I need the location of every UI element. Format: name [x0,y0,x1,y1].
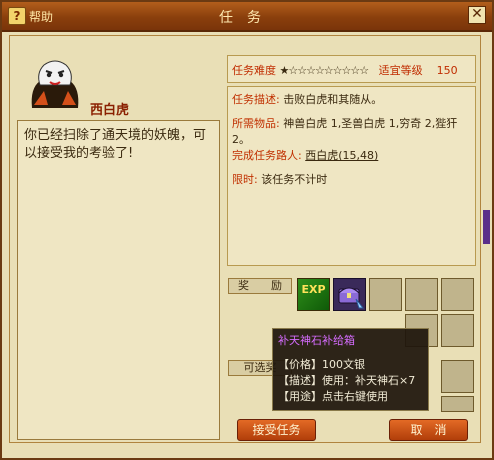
title-bar: ? 帮助 任务 ✕ [2,2,492,32]
finish-npc-label: 完成任务路人: [232,149,302,162]
optional-reward-slot[interactable] [441,360,474,393]
close-icon[interactable]: ✕ [468,6,486,24]
side-decoration [483,210,490,244]
npc-dialog: 你已经扫除了通天境的妖魄，可以接受我的考验了! [17,120,220,440]
exp-icon-text: EXP [301,283,326,296]
difficulty-label: 任务难度 [232,64,276,77]
finish-npc-link[interactable]: 西白虎(15,48) [305,149,378,162]
required-items-label: 所需物品: [232,117,280,130]
level-label: 适宜等级 [378,64,423,77]
tooltip-desc-value: 使用：补天神石×7 [322,374,416,387]
optional-reward-slot[interactable] [441,396,474,412]
time-limit-value: 该任务不计时 [261,173,328,186]
quest-info-panel: 任务描述: 击败白虎和其随从。 所需物品: 神兽白虎 1,圣兽白虎 1,穷奇 2… [227,86,476,266]
supply-chest-icon[interactable] [333,278,366,311]
exp-reward-icon[interactable]: EXP [297,278,330,311]
reward-slot[interactable] [441,278,474,311]
npc-name: 西白虎 [90,103,130,118]
accept-quest-button[interactable]: 接受任务 [237,419,316,441]
difficulty-stars: ★☆☆☆☆☆☆☆☆☆ [279,64,370,77]
item-tooltip: 补天神石补给箱 【价格】100文银 【描述】使用：补天神石×7 【用途】点击右键… [272,328,429,411]
tooltip-use-value: 点击右键使用 [322,390,388,403]
level-value: 150 [436,64,458,77]
window-title: 任务 [219,10,275,26]
reward-slot[interactable] [441,314,474,347]
reward-label: 奖 励 [228,278,292,294]
difficulty-bar: 任务难度 ★☆☆☆☆☆☆☆☆☆ 适宜等级 150 [227,55,476,83]
tooltip-use-label: 【用途】 [278,390,322,403]
reward-slot[interactable] [369,278,402,311]
tooltip-desc-label: 【描述】 [278,374,322,387]
tooltip-title: 补天神石补给箱 [278,334,355,347]
time-limit-label: 限时: [232,173,258,186]
quest-desc-label: 任务描述: [232,93,280,106]
quest-desc-value: 击败白虎和其随从。 [283,93,383,106]
tooltip-price-value: 100文银 [322,358,365,371]
cancel-button[interactable]: 取 消 [389,419,468,441]
reward-slot[interactable] [405,278,438,311]
tooltip-price-label: 【价格】 [278,358,322,371]
npc-portrait [31,60,79,108]
